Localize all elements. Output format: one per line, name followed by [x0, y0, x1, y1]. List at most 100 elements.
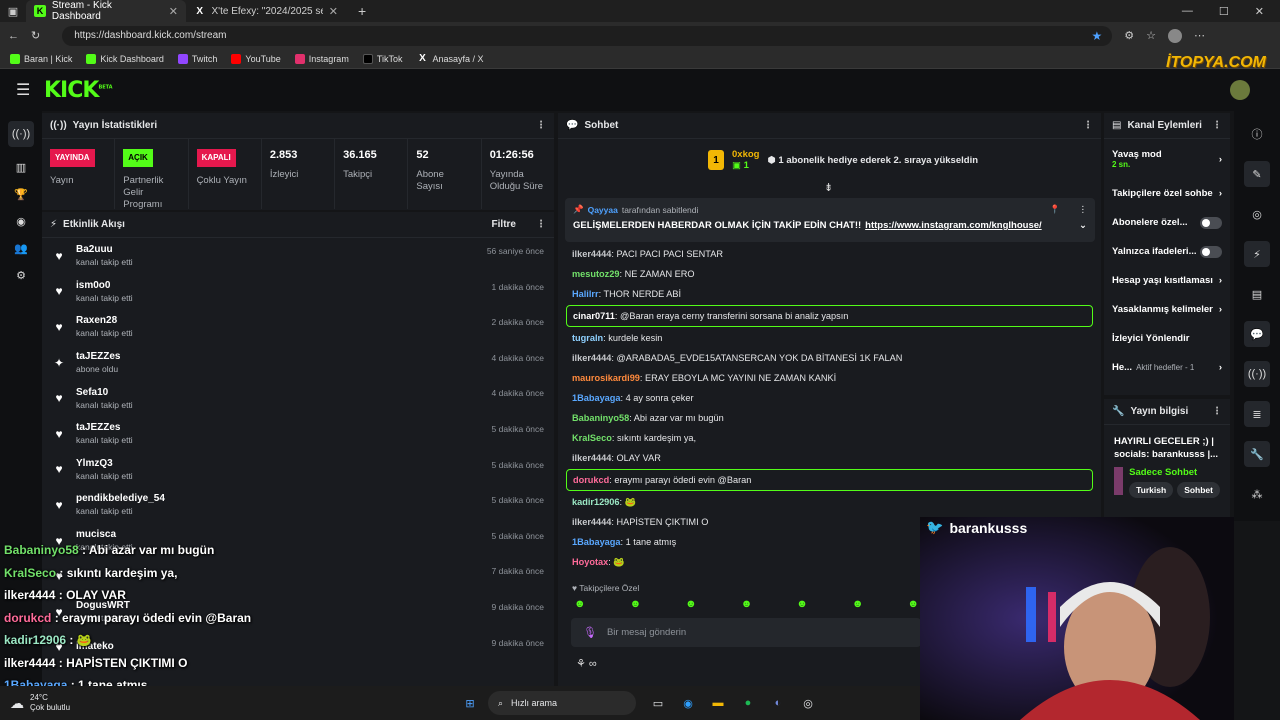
- emote-icon[interactable]: ☻: [574, 598, 586, 610]
- emote-icon[interactable]: ☻: [630, 598, 642, 610]
- target-icon[interactable]: ◎: [1244, 201, 1270, 227]
- chat-username[interactable]: ilker4444: [572, 249, 611, 259]
- favorites-icon[interactable]: ☆: [1146, 29, 1156, 42]
- taskbar-search[interactable]: ⌕ Hızlı arama: [488, 691, 636, 715]
- tab-kick-dashboard[interactable]: K Stream - Kick Dashboard ✕: [26, 0, 186, 22]
- chat-username[interactable]: tugraln: [572, 333, 603, 343]
- more-options-icon[interactable]: ⋮: [536, 219, 546, 230]
- tab-x-efexy[interactable]: X X'te Efexy: "2024/2025 sezonund ✕: [186, 0, 346, 22]
- nav-analytics-icon[interactable]: ▥: [16, 161, 26, 174]
- refresh-icon[interactable]: ↻: [31, 29, 40, 42]
- maximize-icon[interactable]: ☐: [1219, 5, 1229, 18]
- activity-user[interactable]: pendikbelediye_54: [76, 493, 165, 504]
- extensions-icon[interactable]: ⚙: [1124, 29, 1134, 42]
- channel-action-item[interactable]: Yavaş mod 2 sn. ›: [1104, 139, 1230, 179]
- tab-actions-icon[interactable]: ▣: [0, 5, 26, 18]
- apps-icon[interactable]: ⁂: [1244, 481, 1270, 507]
- bookmark-twitch[interactable]: Twitch: [177, 53, 217, 64]
- edge-icon[interactable]: ◉: [678, 693, 698, 713]
- kick-logo[interactable]: KICKBETA: [44, 78, 113, 103]
- chat-username[interactable]: mesutoz29: [572, 269, 620, 279]
- more-options-icon[interactable]: ⋮: [1083, 120, 1093, 131]
- more-options-icon[interactable]: ⋮: [1212, 406, 1222, 417]
- minimize-icon[interactable]: —: [1182, 5, 1193, 18]
- category-name[interactable]: Sadece Sohbet: [1129, 467, 1220, 478]
- wrench-icon[interactable]: 🔧: [1244, 441, 1270, 467]
- chat-username[interactable]: kadir12906: [572, 497, 620, 507]
- nav-trophy-icon[interactable]: 🏆: [14, 188, 28, 201]
- chat-username[interactable]: ilker4444: [572, 353, 611, 363]
- nav-stream-icon[interactable]: ((·)): [8, 121, 34, 147]
- channel-action-item[interactable]: Yalnızca ifadeleri...: [1104, 237, 1230, 266]
- toggle-switch[interactable]: [1200, 216, 1222, 229]
- chat-username[interactable]: 1Babayaga: [572, 393, 621, 403]
- stack-icon[interactable]: ≣: [1244, 401, 1270, 427]
- chat-username[interactable]: 1Babayaga: [572, 537, 621, 547]
- activity-user[interactable]: Ba2uuu: [76, 244, 133, 255]
- pinned-link[interactable]: https://www.instagram.com/knglhouse/: [865, 220, 1041, 231]
- channel-action-item[interactable]: İzleyici Yönlendir: [1104, 324, 1230, 353]
- chat-username[interactable]: Hoyotax: [572, 557, 608, 567]
- bookmark-x[interactable]: X Anasayfa / X: [417, 53, 483, 65]
- chat-username[interactable]: dorukcd: [573, 475, 609, 485]
- chat-username[interactable]: Babaninyo58: [572, 413, 629, 423]
- channel-action-item[interactable]: Takipçilere özel sohbe ›: [1104, 179, 1230, 208]
- broadcast-icon[interactable]: ((·)): [1244, 361, 1270, 387]
- more-options-icon[interactable]: ⋮: [536, 120, 546, 131]
- chat-username[interactable]: cinar0711: [573, 311, 615, 321]
- nav-settings-icon[interactable]: ⚙: [16, 269, 26, 282]
- user-avatar[interactable]: [1230, 80, 1250, 100]
- activity-user[interactable]: taJEZZes: [76, 351, 120, 362]
- start-icon[interactable]: ⊞: [460, 693, 480, 713]
- emote-icon[interactable]: ☻: [796, 598, 808, 610]
- back-icon[interactable]: ←: [8, 30, 19, 42]
- activity-user[interactable]: taJEZZes: [76, 422, 133, 433]
- bookmark-baran-kick[interactable]: Baran | Kick: [10, 53, 72, 64]
- chat-username[interactable]: ilker4444: [572, 517, 611, 527]
- chat-settings-icon[interactable]: ⚘ ∞: [576, 657, 597, 670]
- channel-action-item[interactable]: Hesap yaşı kısıtlaması ›: [1104, 266, 1230, 295]
- chat-input[interactable]: 🎙 Bir mesaj gönderin: [571, 618, 921, 647]
- filter-button[interactable]: Filtre: [492, 219, 516, 230]
- info-icon[interactable]: ⓘ: [1244, 121, 1270, 147]
- bookmark-kick-dashboard[interactable]: Kick Dashboard: [86, 53, 164, 64]
- favorite-star-icon[interactable]: ★: [1091, 29, 1102, 43]
- emote-icon[interactable]: ☻: [907, 598, 919, 610]
- new-tab-icon[interactable]: +: [346, 3, 366, 19]
- nav-users-icon[interactable]: 👥: [14, 242, 28, 255]
- activity-user[interactable]: mucisca: [76, 529, 133, 540]
- emote-icon[interactable]: ☻: [741, 598, 753, 610]
- bookmark-instagram[interactable]: Instagram: [294, 53, 349, 64]
- emote-icon[interactable]: ☻: [852, 598, 864, 610]
- pinned-more-icon[interactable]: ⋮: [1079, 204, 1088, 215]
- lightning-icon[interactable]: ⚡: [1244, 241, 1270, 267]
- channel-action-item[interactable]: Yasaklanmış kelimeler ›: [1104, 295, 1230, 324]
- chat-username[interactable]: KralSeco: [572, 433, 612, 443]
- obs-icon[interactable]: ◎: [798, 693, 818, 713]
- unpin-icon[interactable]: 📍: [1050, 204, 1061, 215]
- close-window-icon[interactable]: ✕: [1255, 5, 1264, 18]
- bookmark-tiktok[interactable]: TikTok: [362, 53, 403, 64]
- document-icon[interactable]: ▤: [1244, 281, 1270, 307]
- activity-user[interactable]: Raxen28: [76, 315, 133, 326]
- microphone-icon[interactable]: 🎙: [583, 626, 597, 639]
- edit-icon[interactable]: ✎: [1244, 161, 1270, 187]
- close-tab-icon[interactable]: ✕: [329, 5, 338, 18]
- more-icon[interactable]: ⋯: [1194, 29, 1205, 42]
- toggle-switch[interactable]: [1200, 245, 1222, 258]
- expand-chevron-icon[interactable]: ⌄: [1079, 220, 1087, 231]
- tag-turkish[interactable]: Turkish: [1129, 482, 1174, 498]
- chat-username[interactable]: ilker4444: [572, 453, 611, 463]
- nav-community-icon[interactable]: ◉: [16, 215, 26, 228]
- profile-avatar[interactable]: [1167, 28, 1182, 43]
- bookmark-youtube[interactable]: YouTube: [231, 53, 281, 64]
- tag-sohbet[interactable]: Sohbet: [1177, 482, 1220, 498]
- spotify-icon[interactable]: ●: [738, 693, 758, 713]
- activity-user[interactable]: YlmzQ3: [76, 458, 133, 469]
- activity-user[interactable]: Sefa10: [76, 387, 133, 398]
- close-tab-icon[interactable]: ✕: [169, 5, 178, 18]
- channel-action-item[interactable]: Abonelere özel...: [1104, 208, 1230, 237]
- discord-icon[interactable]: ◐: [768, 693, 788, 713]
- menu-icon[interactable]: ☰: [16, 80, 30, 100]
- chat-bubble-icon[interactable]: 💬: [1244, 321, 1270, 347]
